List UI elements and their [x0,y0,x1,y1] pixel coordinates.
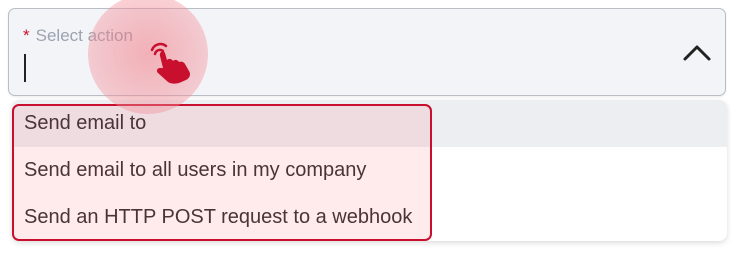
chevron-up-icon[interactable] [682,41,712,63]
option-send-email-all-users[interactable]: Send email to all users in my company [12,147,727,194]
dropdown-menu: Send email to Send email to all users in… [12,100,727,241]
hand-pointer-icon [150,42,190,84]
text-caret [24,54,26,82]
option-http-post-webhook[interactable]: Send an HTTP POST request to a webhook [12,194,727,241]
required-mark: * [23,26,30,45]
